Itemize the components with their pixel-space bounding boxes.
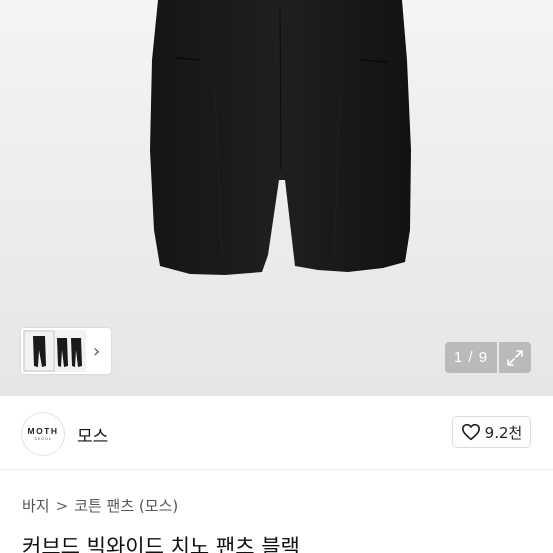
image-page-counter: 1 / 9 <box>445 342 497 373</box>
heart-icon <box>461 423 480 441</box>
page-counter-label: 1 / 9 <box>453 349 489 366</box>
breadcrumb-item-category[interactable]: 바지 <box>22 495 50 516</box>
breadcrumb: 바지 > 코튼 팬츠 (모스) <box>22 495 178 516</box>
brand-logo[interactable]: MOTH SEOUL <box>21 412 65 456</box>
product-image-gallery[interactable]: › 1 / 9 <box>0 0 553 396</box>
chevron-right-icon[interactable]: › <box>93 341 100 362</box>
breadcrumb-item-subcategory[interactable]: 코튼 팬츠 (모스) <box>74 495 178 516</box>
brand-logo-text: MOTH <box>27 426 59 436</box>
expand-icon <box>507 349 523 366</box>
like-button[interactable]: 9.2천 <box>452 416 531 448</box>
thumbnail-image[interactable] <box>23 330 86 372</box>
product-title: 커브드 빅와이드 치노 팬츠 블랙 <box>22 535 300 553</box>
like-count: 9.2천 <box>484 423 523 442</box>
brand-logo-subtext: SEOUL <box>34 436 52 441</box>
brand-row[interactable]: MOTH SEOUL 모스 9.2천 <box>0 396 553 470</box>
breadcrumb-separator-icon: > <box>55 496 69 515</box>
brand-name[interactable]: 모스 <box>77 422 108 447</box>
expand-button[interactable] <box>499 342 531 373</box>
